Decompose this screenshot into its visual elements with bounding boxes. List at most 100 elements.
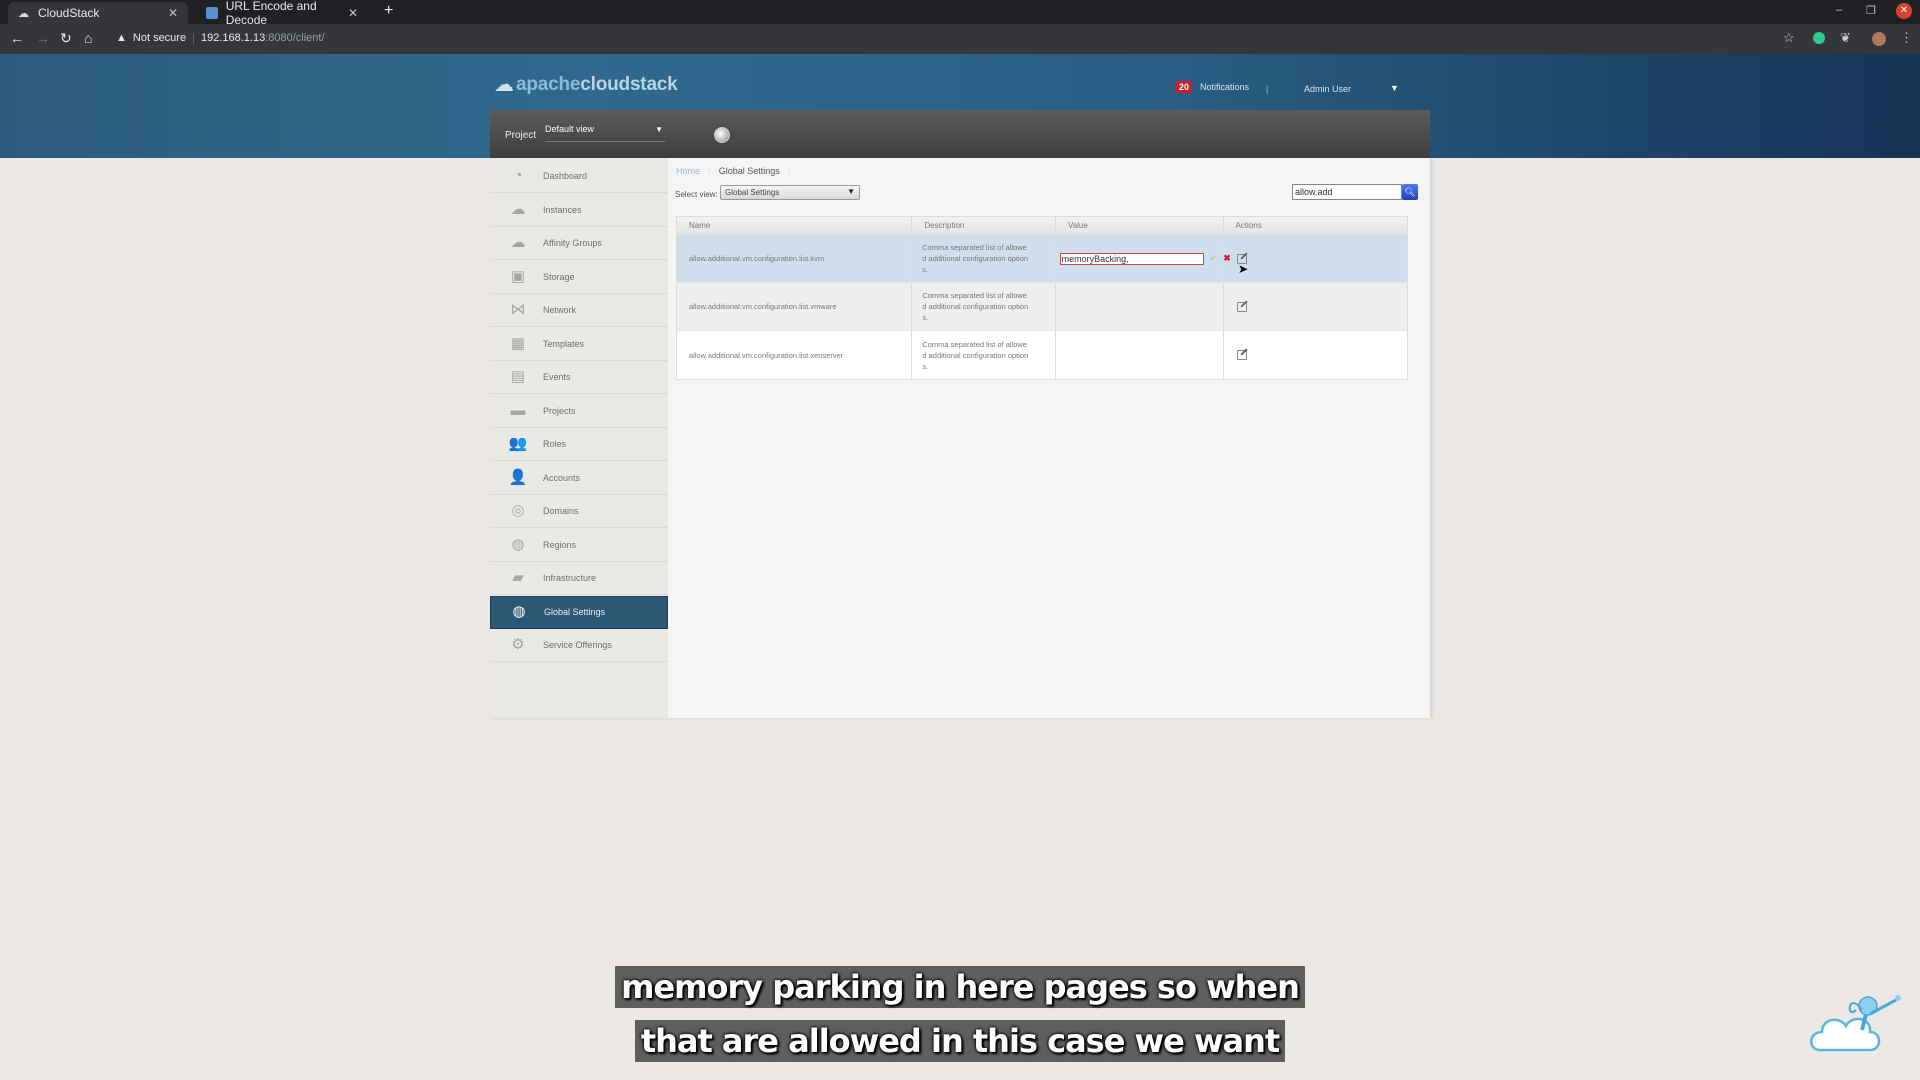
tab-url-encode[interactable]: URL Encode and Decode ✕: [196, 0, 368, 27]
project-bar: Project Default view ▼: [490, 110, 1430, 158]
sidebar: ◔ Dashboard ☁ Instances ☁ Affinity Groups ▣ Sto…: [490, 158, 668, 718]
dashboard-icon: ◔: [513, 167, 523, 184]
chevron-down-icon: ▼: [655, 125, 663, 134]
home-icon[interactable]: ⌂: [84, 30, 92, 46]
project-select-value: Default view: [545, 124, 595, 134]
sidebar-item-label: Accounts: [543, 472, 581, 483]
folder-icon: ▬: [510, 401, 526, 419]
sidebar-item-templates[interactable]: ▦ Templates: [490, 328, 668, 361]
search-button[interactable]: 🔍︎: [1402, 184, 1418, 200]
table-row[interactable]: allow.additional.vm.configuration.list.x…: [677, 331, 1407, 379]
sidebar-item-roles[interactable]: 👥 Roles: [490, 428, 668, 461]
back-icon[interactable]: ←: [10, 30, 24, 46]
cloudstack-mascot-icon: [1810, 995, 1901, 1052]
sidebar-item-network[interactable]: ⋈ Network: [490, 294, 668, 327]
column-header-name[interactable]: Name: [677, 217, 913, 234]
sidebar-item-service-offerings[interactable]: ⚙ Service Offerings: [490, 629, 668, 662]
network-icon: ⋈: [510, 301, 526, 318]
sidebar-item-label: Domains: [543, 506, 579, 516]
table-header: Name Description Value Actions: [677, 217, 1407, 235]
sidebar-item-projects[interactable]: ▬ Projects: [490, 395, 668, 428]
sidebar-item-label: Templates: [543, 338, 585, 349]
new-tab-button[interactable]: +: [384, 2, 393, 20]
user-icon: 👤: [508, 468, 528, 486]
edit-icon[interactable]: [1236, 301, 1247, 312]
cloudstack-logo[interactable]: ☁ apachecloudstack: [494, 72, 678, 97]
column-header-value[interactable]: Value: [1056, 217, 1224, 234]
breadcrumb-arrow-icon: ›: [708, 166, 711, 175]
sidebar-item-regions[interactable]: ◍ Regions: [490, 529, 668, 562]
user-menu-label[interactable]: Admin User: [1304, 84, 1351, 94]
user-menu-caret-icon[interactable]: ▼: [1390, 83, 1399, 93]
infrastructure-icon: ▰: [512, 569, 524, 586]
forward-icon[interactable]: →: [36, 30, 50, 46]
table-row[interactable]: allow.additional.vm.configuration.list.k…: [677, 235, 1407, 283]
sidebar-item-infrastructure[interactable]: ▰ Infrastructure: [490, 562, 668, 595]
tab-title: URL Encode and Decode: [225, 0, 317, 27]
sidebar-item-domains[interactable]: ◎ Domains: [490, 495, 668, 528]
select-view-label: Select view:: [675, 190, 718, 199]
extension-icon[interactable]: [1813, 32, 1825, 44]
notifications-button[interactable]: 20 Notifications: [1176, 81, 1249, 93]
project-select[interactable]: Default view ▼: [545, 124, 665, 142]
select-view-value: Global Settings: [725, 188, 780, 197]
search-input[interactable]: allow.add: [1292, 184, 1402, 200]
global-settings-icon: ◍: [512, 603, 526, 620]
close-tab-icon[interactable]: ✕: [348, 6, 358, 20]
url-host: 192.168.1.13: [200, 32, 266, 44]
setting-name: allow.additional.vm.configuration.list.k…: [677, 235, 913, 282]
affinity-groups-icon: ☁: [510, 234, 526, 251]
logo-apache: apache: [516, 73, 581, 95]
templates-icon: ▦: [510, 334, 526, 352]
gear-icon: ⚙: [511, 636, 525, 653]
close-tab-icon[interactable]: ✕: [168, 6, 178, 20]
table-row[interactable]: allow.additional.vm.configuration.list.v…: [677, 283, 1407, 331]
actions-cell: [1224, 331, 1408, 379]
minimize-button[interactable]: –: [1836, 4, 1842, 16]
restore-button[interactable]: ❐: [1866, 4, 1876, 17]
setting-value-input[interactable]: memoryBacking,: [1059, 252, 1204, 265]
mouse-cursor-icon: ➤: [1238, 262, 1249, 276]
search-icon: 🔍︎: [1404, 187, 1416, 197]
notification-count-badge: 20: [1176, 81, 1193, 93]
breadcrumb-home[interactable]: Home: [676, 166, 700, 176]
select-view-dropdown[interactable]: Global Settings ▼: [720, 185, 860, 200]
window-close-button[interactable]: ✕: [1896, 3, 1912, 19]
tab-title: CloudStack: [38, 6, 100, 20]
main-panel: ◔ Dashboard ☁ Instances ☁ Affinity Groups ▣ Sto…: [490, 158, 1430, 718]
profile-avatar[interactable]: [1872, 32, 1886, 46]
sidebar-item-global-settings[interactable]: ◍ Global Settings: [490, 595, 668, 629]
url-field[interactable]: ▲ Not secure | 192.168.1.13:8080/client/: [116, 32, 325, 44]
sidebar-item-label: Storage: [543, 271, 575, 282]
project-label: Project: [505, 130, 537, 141]
edit-icon[interactable]: [1236, 350, 1247, 360]
breadcrumb-arrow-icon: ›: [787, 166, 791, 175]
sidebar-item-affinity-groups[interactable]: ☁ Affinity Groups: [490, 227, 668, 260]
column-header-description[interactable]: Description: [912, 217, 1056, 234]
setting-value: [1056, 283, 1224, 330]
sidebar-item-dashboard[interactable]: ◔ Dashboard: [490, 160, 668, 193]
project-globe-icon[interactable]: [714, 127, 730, 143]
confirm-check-icon[interactable]: ✔: [1210, 253, 1218, 264]
tab-cloudstack[interactable]: ☁ CloudStack ✕: [8, 2, 188, 24]
sidebar-item-instances[interactable]: ☁ Instances: [490, 194, 668, 227]
setting-description: Comma separated list of allowe d addition…: [912, 235, 1056, 282]
sidebar-item-storage[interactable]: ▣ Storage: [490, 261, 668, 294]
subtitle-line: that are allowed in this case we want: [634, 1020, 1286, 1062]
sidebar-item-label: Affinity Groups: [543, 238, 602, 248]
reload-icon[interactable]: ↻: [60, 30, 72, 47]
address-bar: ← → ↻ ⌂ ▲ Not secure | 192.168.1.13:8080…: [0, 24, 1920, 54]
sidebar-item-label: Infrastructure: [543, 573, 597, 583]
sidebar-item-events[interactable]: ▤ Events: [490, 361, 668, 394]
setting-name: allow.additional.vm.configuration.list.x…: [677, 331, 913, 379]
sidebar-item-label: Service Offerings: [543, 640, 612, 650]
bookmark-star-icon[interactable]: ☆: [1783, 30, 1795, 46]
header-separator: |: [1266, 84, 1269, 94]
breadcrumb-current: Global Settings: [718, 166, 780, 176]
settings-table: Name Description Value Actions allow.add…: [676, 216, 1408, 380]
cloud-icon: ☁: [510, 200, 526, 218]
extension-2-icon[interactable]: ❦: [1840, 30, 1851, 46]
sidebar-item-accounts[interactable]: 👤 Accounts: [490, 462, 668, 495]
menu-kebab-icon[interactable]: ⋮: [1900, 30, 1913, 46]
url-separator: |: [192, 32, 195, 44]
